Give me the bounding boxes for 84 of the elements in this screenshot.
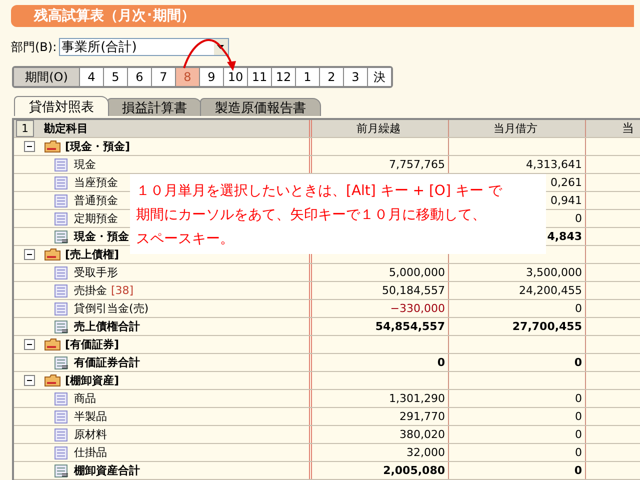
ledger-total-icon bbox=[54, 356, 69, 370]
collapse-toggle[interactable] bbox=[24, 375, 35, 386]
amount-cell: 291,770 bbox=[400, 410, 445, 423]
account-label: 受取手形 bbox=[74, 265, 118, 280]
amount-cell: 7,757,765 bbox=[389, 158, 445, 171]
ledger-icon bbox=[54, 176, 69, 190]
account-label: 原材料 bbox=[74, 427, 107, 442]
total-label: 現金・預金 bbox=[74, 229, 129, 244]
amount-cell: 27,700,455 bbox=[512, 320, 582, 333]
folder-icon bbox=[44, 140, 61, 153]
amount-cell: 5,000,000 bbox=[389, 266, 445, 279]
ledger-icon bbox=[54, 446, 69, 460]
amount-cell: 4,843 bbox=[547, 230, 582, 243]
account-label: 半製品 bbox=[74, 409, 107, 424]
field-label: 部門(B): bbox=[11, 38, 57, 56]
column-header: 勘定科目 bbox=[44, 121, 88, 136]
instruction-note: １０月単月を選択したいときは、[Alt] キー + [O] キー で 期間にカーソルをあて、矢印キーで１０月に移動して、 スペースキー。 bbox=[130, 174, 546, 254]
account-label: 仕掛品 bbox=[74, 445, 107, 460]
amount-cell: 50,184,557 bbox=[382, 284, 445, 297]
column-header: 前月繰越 bbox=[356, 121, 400, 136]
group-label: [棚卸資産] bbox=[65, 373, 120, 388]
period-label[interactable]: 期間(O) bbox=[14, 68, 80, 86]
account-label: 普通預金 bbox=[74, 193, 118, 208]
ledger-icon bbox=[54, 158, 69, 172]
ledger-icon bbox=[54, 266, 69, 280]
group-label: [現金・預金] bbox=[65, 139, 130, 154]
amount-cell: 0 bbox=[574, 356, 582, 369]
ledger-icon bbox=[54, 410, 69, 424]
amount-cell: 1,301,290 bbox=[389, 392, 445, 405]
ledger-icon bbox=[54, 194, 69, 208]
curved-arrow bbox=[183, 39, 236, 71]
column-header: 当月借方 bbox=[494, 121, 538, 136]
column-header: 当 bbox=[622, 120, 634, 137]
ledger-total-icon bbox=[54, 230, 69, 244]
amount-cell: 0 bbox=[575, 428, 582, 441]
folder-icon bbox=[44, 338, 61, 351]
group-label: [売上債権] bbox=[65, 247, 120, 262]
account-label: 定期預金 bbox=[74, 211, 118, 226]
amount-cell: 0,261 bbox=[550, 176, 582, 189]
ledger-icon bbox=[54, 212, 69, 226]
total-label: 棚卸資産合計 bbox=[74, 463, 140, 478]
amount-cell: 0 bbox=[437, 356, 445, 369]
amount-cell: 380,020 bbox=[400, 428, 445, 441]
account-label: 現金 bbox=[74, 157, 96, 172]
account-label: 商品 bbox=[74, 391, 96, 406]
collapse-toggle[interactable] bbox=[24, 249, 35, 260]
collapse-toggle[interactable] bbox=[24, 141, 35, 152]
amount-cell: 0 bbox=[575, 392, 582, 405]
total-label: 売上債権合計 bbox=[74, 319, 140, 334]
amount-cell: 2,005,080 bbox=[383, 464, 445, 477]
count-label: [38] bbox=[111, 284, 134, 297]
department-dropdown[interactable]: 事業所(合計) bbox=[58, 38, 229, 56]
collapse-toggle[interactable] bbox=[24, 339, 35, 350]
amount-cell: 0 bbox=[574, 464, 582, 477]
amount-cell: 0 bbox=[575, 302, 582, 315]
amount-cell: 24,200,455 bbox=[519, 284, 582, 297]
amount-cell: −330,000 bbox=[390, 302, 445, 315]
account-label: 売掛金 bbox=[74, 283, 107, 298]
amount-cell: 3,500,000 bbox=[526, 266, 582, 279]
account-label: 当座預金 bbox=[74, 175, 118, 190]
amount-cell: 32,000 bbox=[406, 446, 445, 459]
ledger-total-icon bbox=[54, 464, 69, 478]
group-label: [有価証券] bbox=[65, 337, 120, 352]
folder-icon bbox=[44, 374, 61, 387]
amount-cell: 4,313,641 bbox=[526, 158, 582, 171]
amount-cell: 0 bbox=[575, 446, 582, 459]
tab[interactable]: 製造原価報告書 bbox=[200, 98, 321, 116]
ledger-icon bbox=[54, 428, 69, 442]
amount-cell: 54,854,557 bbox=[375, 320, 445, 333]
amount-cell: 0,941 bbox=[550, 194, 582, 207]
amount-cell: 0 bbox=[575, 410, 582, 423]
ledger-icon bbox=[54, 392, 69, 406]
row-number-button[interactable]: 1 bbox=[16, 120, 34, 137]
tab[interactable]: 損益計算書 bbox=[107, 98, 202, 116]
window-title: 残高試算表（月次･期間） bbox=[11, 5, 634, 27]
account-label: 貸倒引当金(売) bbox=[74, 301, 149, 316]
tab[interactable]: 貸借対照表 bbox=[14, 96, 109, 116]
ledger-icon bbox=[54, 284, 69, 298]
caret-icon bbox=[217, 45, 224, 49]
folder-icon bbox=[44, 248, 61, 261]
ledger-icon bbox=[54, 302, 69, 316]
amount-cell: 0 bbox=[575, 212, 582, 225]
ledger-total-icon bbox=[54, 320, 69, 334]
total-label: 有価証券合計 bbox=[74, 355, 140, 370]
